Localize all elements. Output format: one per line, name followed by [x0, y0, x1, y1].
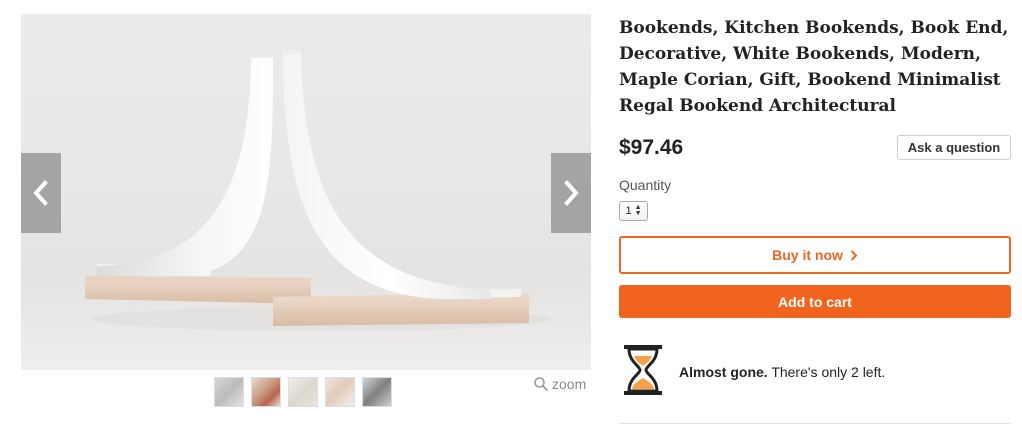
bookends-illustration	[85, 50, 551, 331]
chevron-right-icon	[850, 249, 858, 261]
magnifier-icon	[534, 377, 548, 391]
hourglass-icon	[624, 345, 662, 395]
product-photo	[21, 14, 591, 370]
stock-detail: There's only 2 left.	[771, 364, 886, 380]
product-gallery	[21, 14, 591, 370]
select-arrows-icon: ▲ ▼	[634, 204, 642, 217]
zoom-label: zoom	[552, 376, 587, 392]
quantity-label: Quantity	[619, 177, 672, 193]
thumbnail-2[interactable]	[251, 377, 281, 407]
zoom-link[interactable]: zoom	[533, 376, 586, 392]
chevron-left-icon	[33, 180, 48, 206]
gallery-next-button[interactable]	[551, 153, 591, 233]
ask-question-button[interactable]: Ask a question	[897, 135, 1011, 160]
buy-it-now-button[interactable]: Buy it now	[619, 236, 1011, 274]
stock-message: Almost gone. There's only 2 left.	[679, 364, 885, 380]
thumbnail-1[interactable]	[214, 377, 244, 407]
section-divider	[619, 423, 1011, 424]
thumbnail-strip	[214, 377, 392, 407]
gallery-prev-button[interactable]	[21, 153, 61, 233]
thumbnail-4[interactable]	[325, 377, 355, 407]
stock-headline: Almost gone.	[679, 364, 768, 380]
buy-it-now-label: Buy it now	[772, 247, 843, 263]
quantity-value: 1	[625, 205, 632, 217]
product-title: Bookends, Kitchen Bookends, Book End, De…	[619, 18, 1009, 116]
thumbnail-3[interactable]	[288, 377, 318, 407]
chevron-right-icon	[564, 180, 579, 206]
thumbnail-5[interactable]	[362, 377, 392, 407]
add-to-cart-button[interactable]: Add to cart	[619, 285, 1011, 318]
quantity-select[interactable]: 1 ▲ ▼	[619, 201, 648, 221]
product-price: $97.46	[619, 136, 684, 159]
